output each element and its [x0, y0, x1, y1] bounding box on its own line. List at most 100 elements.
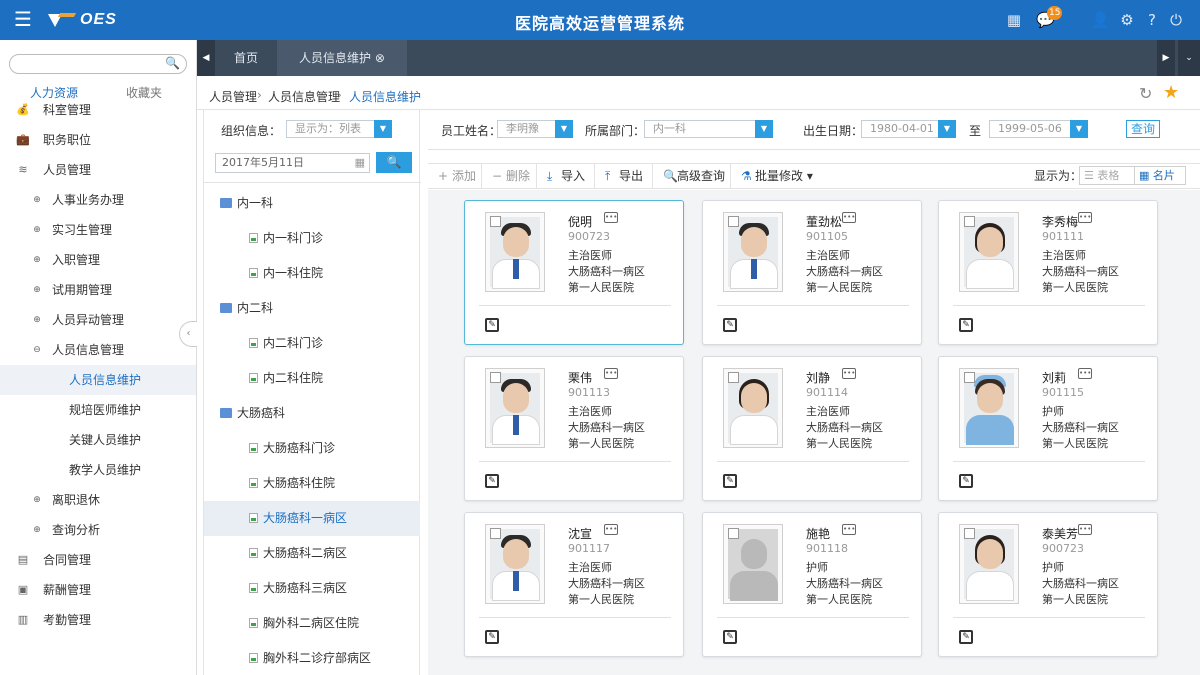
edit-icon[interactable]: ✎ [485, 474, 499, 488]
staff-card[interactable]: 董劲松 ••• 901105 主治医师 大肠癌科一病区 第一人民医院 ✎ [702, 200, 922, 345]
query-button[interactable]: 查询 [1126, 120, 1160, 138]
import-button[interactable]: ⤓ 导入 [537, 164, 595, 188]
star-icon[interactable]: ★ [1163, 82, 1179, 103]
staff-card[interactable]: 施艳 ••• 901118 护师 大肠癌科一病区 第一人民医院 ✎ [702, 512, 922, 657]
sidebar-item[interactable]: ⊕ 人员异动管理 [0, 305, 196, 335]
staff-card[interactable]: 倪明 ••• 900723 主治医师 大肠癌科一病区 第一人民医院 ✎ [464, 200, 684, 345]
tree-leaf-node[interactable]: 内二科住院 [204, 361, 420, 396]
message-icon[interactable]: ••• [604, 524, 618, 535]
tree-leaf-node[interactable]: 胸外科二诊疗部病区 [204, 641, 420, 675]
sidebar-item[interactable]: 关键人员维护 [0, 425, 196, 455]
batch-edit-button[interactable]: ⚗ 批量修改 ▾ [731, 164, 815, 188]
tab-home[interactable]: 首页 [215, 40, 277, 76]
sidebar-item[interactable]: 💰 科室管理 [0, 95, 196, 125]
birth-from-input[interactable]: 1980-04-01 ▼ [861, 120, 956, 138]
gear-icon[interactable]: ⚙ [1118, 11, 1136, 29]
sidebar-item[interactable]: ⊕ 查询分析 [0, 515, 196, 545]
chevron-down-icon[interactable]: ▼ [755, 120, 773, 138]
edit-icon[interactable]: ✎ [959, 318, 973, 332]
message-icon[interactable]: ••• [842, 368, 856, 379]
message-icon[interactable]: ••• [604, 368, 618, 379]
staff-card[interactable]: 刘莉 ••• 901115 护师 大肠癌科一病区 第一人民医院 ✎ [938, 356, 1158, 501]
breadcrumb-item[interactable]: 人员信息管理 [268, 88, 340, 105]
edit-icon[interactable]: ✎ [723, 474, 737, 488]
sidebar-item[interactable]: 教学人员维护 [0, 455, 196, 485]
breadcrumb-item[interactable]: 人员管理 [209, 88, 257, 105]
sidebar-item[interactable]: 💼 职务职位 [0, 125, 196, 155]
message-icon[interactable]: ••• [842, 524, 856, 535]
message-icon[interactable]: ••• [604, 212, 618, 223]
edit-icon[interactable]: ✎ [723, 630, 737, 644]
select-checkbox[interactable] [728, 216, 739, 227]
sidebar-item[interactable]: ≋ 人员管理 [0, 155, 196, 185]
birth-to-input[interactable]: 1999-05-06 ▼ [989, 120, 1088, 138]
tab-staff-info[interactable]: 人员信息维护 ⊗ [277, 40, 407, 76]
power-icon[interactable]: ⏻ [1167, 11, 1185, 29]
sidebar-item[interactable]: ⊕ 离职退休 [0, 485, 196, 515]
chevron-down-icon[interactable]: ▼ [1070, 120, 1088, 138]
message-icon[interactable]: ••• [842, 212, 856, 223]
sidebar-item[interactable]: 人员信息维护 [0, 365, 196, 395]
view-card-button[interactable]: ▦ 名片 [1134, 166, 1186, 185]
grid-icon[interactable]: ▦ [1005, 11, 1023, 29]
close-icon[interactable]: ⊗ [375, 51, 385, 65]
search-icon[interactable]: 🔍 [165, 56, 180, 70]
tab-scroll-right-icon[interactable]: ▶ [1157, 40, 1175, 76]
tree-leaf-node[interactable]: 大肠癌科住院 [204, 466, 420, 501]
sidebar-item[interactable]: ▥ 考勤管理 [0, 605, 196, 635]
sidebar-item[interactable]: ⊕ 入职管理 [0, 245, 196, 275]
chevron-down-icon[interactable]: ▼ [555, 120, 573, 138]
staff-card[interactable]: 栗伟 ••• 901113 主治医师 大肠癌科一病区 第一人民医院 ✎ [464, 356, 684, 501]
tree-leaf-node[interactable]: 大肠癌科三病区 [204, 571, 420, 606]
tree-leaf-node[interactable]: 内一科门诊 [204, 221, 420, 256]
tree-dept-node[interactable]: 内一科 [204, 186, 420, 221]
tab-scroll-left-icon[interactable]: ◀ [197, 40, 215, 76]
sidebar-item[interactable]: ▣ 薪酬管理 [0, 575, 196, 605]
sidebar-item[interactable]: 规培医师维护 [0, 395, 196, 425]
staff-card[interactable]: 李秀梅 ••• 901111 主治医师 大肠癌科一病区 第一人民医院 ✎ [938, 200, 1158, 345]
select-checkbox[interactable] [490, 216, 501, 227]
sidebar-item[interactable]: ⊖ 人员信息管理 [0, 335, 196, 365]
tree-leaf-node[interactable]: 内一科住院 [204, 256, 420, 291]
delete-button[interactable]: − 删除 [482, 164, 537, 188]
message-icon[interactable]: ••• [1078, 368, 1092, 379]
staff-card[interactable]: 刘静 ••• 901114 主治医师 大肠癌科一病区 第一人民医院 ✎ [702, 356, 922, 501]
refresh-icon[interactable]: ↻ [1139, 84, 1152, 103]
edit-icon[interactable]: ✎ [959, 630, 973, 644]
calendar-icon[interactable]: ▦ [355, 154, 365, 172]
view-table-button[interactable]: ☰ 表格 [1079, 166, 1135, 185]
tree-leaf-node[interactable]: 大肠癌科一病区 [204, 501, 420, 536]
select-checkbox[interactable] [728, 528, 739, 539]
tree-search-button[interactable]: 🔍 [376, 152, 412, 173]
date-field[interactable]: 2017年5月11日 ▦ [215, 153, 370, 173]
export-button[interactable]: ⤒ 导出 [595, 164, 653, 188]
edit-icon[interactable]: ✎ [485, 318, 499, 332]
user-icon[interactable]: 👤 [1091, 11, 1110, 29]
select-checkbox[interactable] [964, 528, 975, 539]
select-checkbox[interactable] [490, 528, 501, 539]
dept-select[interactable]: 内一科 ▼ [644, 120, 773, 138]
message-icon[interactable]: ••• [1078, 212, 1092, 223]
tab-menu-chevron-icon[interactable]: ⌄ [1178, 40, 1200, 76]
edit-icon[interactable]: ✎ [485, 630, 499, 644]
select-checkbox[interactable] [964, 372, 975, 383]
sidebar-item[interactable]: ⊕ 实习生管理 [0, 215, 196, 245]
chevron-down-icon[interactable]: ▼ [374, 120, 392, 138]
staff-card[interactable]: 泰美芳 ••• 900723 护师 大肠癌科一病区 第一人民医院 ✎ [938, 512, 1158, 657]
help-icon[interactable]: ? [1143, 11, 1161, 29]
name-input[interactable]: 李明豫 ▼ [497, 120, 573, 138]
chevron-down-icon[interactable]: ▼ [938, 120, 956, 138]
sidebar-item[interactable]: ▤ 合同管理 [0, 545, 196, 575]
display-mode-select[interactable]: 显示为：列表 ▼ [286, 120, 392, 138]
advanced-search-button[interactable]: 🔍高级查询 [653, 164, 731, 188]
select-checkbox[interactable] [728, 372, 739, 383]
tree-leaf-node[interactable]: 大肠癌科门诊 [204, 431, 420, 466]
sidebar-item[interactable]: ⊕ 人事业务办理 [0, 185, 196, 215]
tree-dept-node[interactable]: 内二科 [204, 291, 420, 326]
select-checkbox[interactable] [964, 216, 975, 227]
tree-leaf-node[interactable]: 内二科门诊 [204, 326, 420, 361]
select-checkbox[interactable] [490, 372, 501, 383]
edit-icon[interactable]: ✎ [723, 318, 737, 332]
sidebar-search-input[interactable]: 🔍 [9, 54, 187, 74]
sidebar-item[interactable]: ⊕ 试用期管理 [0, 275, 196, 305]
